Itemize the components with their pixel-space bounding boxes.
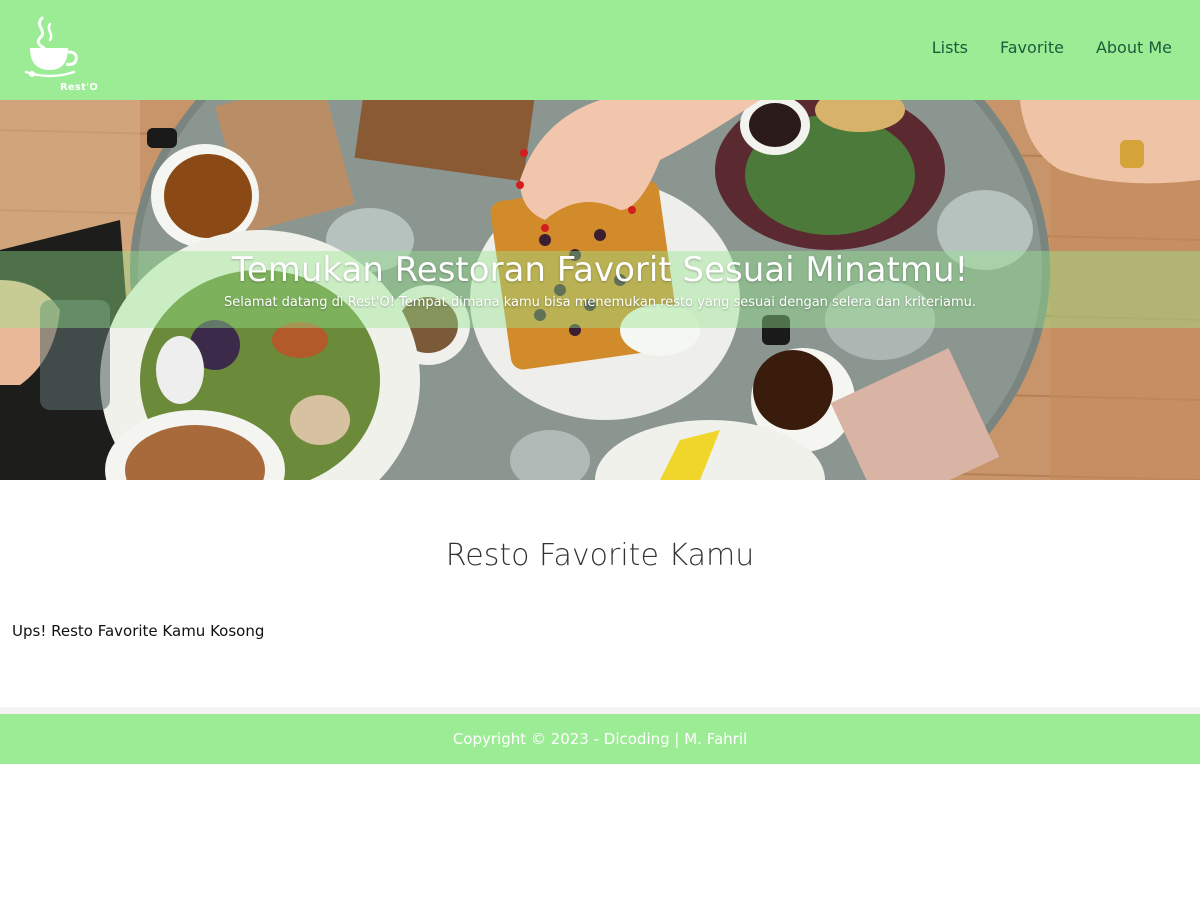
nav-link-about-me[interactable]: About Me <box>1096 38 1172 57</box>
footer: Copyright © 2023 - Dicoding | M. Fahril <box>0 714 1200 764</box>
section-title: Resto Favorite Kamu <box>445 538 755 573</box>
nav-item-about-me: About Me <box>1096 38 1172 57</box>
footer-divider <box>0 707 1200 714</box>
logo-text: Rest'O <box>60 82 98 93</box>
coffee-cup-icon <box>24 16 78 78</box>
nav-item-lists: Lists <box>932 38 968 57</box>
hero: Temukan Restoran Favorit Sesuai Minatmu!… <box>0 100 1200 480</box>
main-nav: Lists Favorite About Me <box>932 38 1172 57</box>
hero-subtitle: Selamat datang di Rest'O! Tempat dimana … <box>223 295 977 310</box>
footer-copyright: Copyright © 2023 - Dicoding | M. Fahril <box>452 730 748 748</box>
nav-link-lists[interactable]: Lists <box>932 38 968 57</box>
hero-title: Temukan Restoran Favorit Sesuai Minatmu! <box>231 250 969 290</box>
logo[interactable]: Rest'O <box>24 14 98 93</box>
nav-item-favorite: Favorite <box>1000 38 1064 57</box>
empty-favorites-message: Ups! Resto Favorite Kamu Kosong <box>12 622 265 640</box>
nav-link-favorite[interactable]: Favorite <box>1000 38 1064 57</box>
app-bar: Rest'O Lists Favorite About Me <box>0 0 1200 100</box>
